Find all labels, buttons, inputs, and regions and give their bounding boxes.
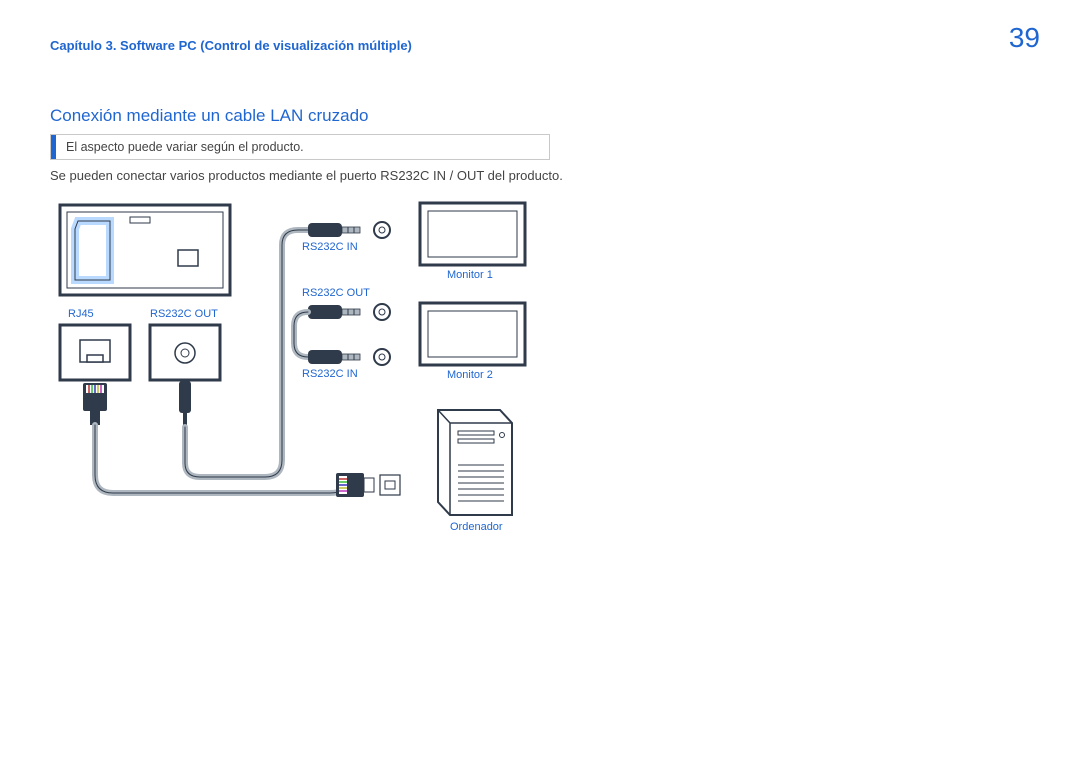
monitor-2-icon [420,303,525,365]
monitor-1-icon [420,203,525,265]
stereo-plug-top-icon [308,222,390,238]
lan-cable-icon [95,425,348,493]
stereo-plug-mid-icon [308,304,390,320]
label-rs232c-in-top: RS232C IN [302,241,358,253]
breadcrumb: Capítulo 3. Software PC (Control de visu… [50,38,412,53]
label-monitor2: Monitor 2 [447,369,493,381]
label-monitor1: Monitor 1 [447,269,493,281]
section-title: Conexión mediante un cable LAN cruzado [50,106,368,126]
label-computer: Ordenador [450,521,503,533]
label-rs232c-in-bottom: RS232C IN [302,368,358,380]
audio-plug-left-icon [179,381,191,427]
rs232c-out-port-icon [150,325,220,380]
label-rs232c-out-left: RS232C OUT [150,308,218,320]
stereo-plug-bottom-icon [308,349,390,365]
rj45-plug-bottom-icon [336,473,400,497]
note-accent-bar [51,135,56,159]
serial-cable-2-icon [294,312,308,357]
connection-diagram: RJ45 RS232C OUT RS232C IN RS232C OUT RS2… [50,195,570,555]
label-rj45: RJ45 [68,308,94,320]
note-box: El aspecto puede variar según el product… [50,134,550,160]
product-back-panel-icon [60,205,230,295]
rj45-plug-icon [83,383,107,425]
body-text: Se pueden conectar varios productos medi… [50,168,563,183]
label-rs232c-out-mid: RS232C OUT [302,287,370,299]
rj45-port-icon [60,325,130,380]
page-number: 39 [1009,22,1040,54]
note-text: El aspecto puede variar según el product… [66,140,304,154]
computer-tower-icon [438,410,512,515]
